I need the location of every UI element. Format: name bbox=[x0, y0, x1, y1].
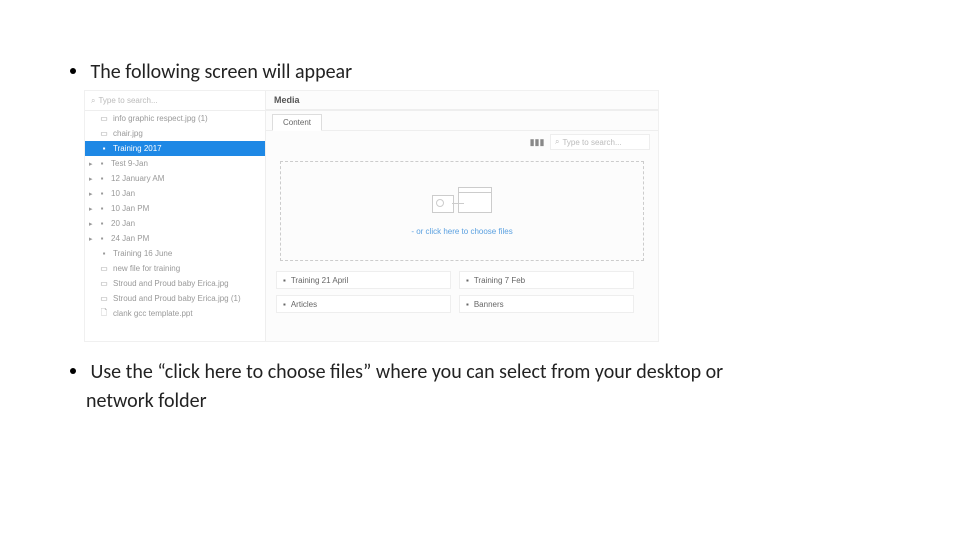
folder-label: Articles bbox=[291, 300, 317, 309]
choose-files-link[interactable]: - or click here to choose files bbox=[411, 227, 512, 236]
media-main: Media Content ▮▮▮ ⌕ Type to search... - … bbox=[266, 91, 658, 341]
main-title: Media bbox=[274, 95, 300, 105]
bullet-dot-icon bbox=[70, 68, 76, 74]
folder-icon: ▪ bbox=[97, 204, 107, 213]
tree-item[interactable]: ▭ new file for training bbox=[85, 261, 265, 276]
caret-icon[interactable]: ▸ bbox=[89, 175, 95, 183]
image-icon: ▭ bbox=[99, 294, 109, 303]
image-icon: ▭ bbox=[99, 279, 109, 288]
bullet-1-text: The following screen will appear bbox=[91, 60, 353, 84]
tree-item[interactable]: ▭ Stroud and Proud baby Erica.jpg (1) bbox=[85, 291, 265, 306]
caret-icon[interactable]: ▸ bbox=[89, 235, 95, 243]
folder-icon: ▪ bbox=[466, 300, 469, 309]
tree-label: 20 Jan bbox=[111, 219, 135, 228]
folder-card[interactable]: ▪ Training 7 Feb bbox=[459, 271, 634, 289]
folder-grid: ▪ Training 21 April ▪ Training 7 Feb ▪ A… bbox=[266, 269, 658, 315]
folder-icon: ▪ bbox=[99, 249, 109, 258]
caret-icon[interactable]: ▸ bbox=[89, 220, 95, 228]
folder-icon: ▪ bbox=[283, 300, 286, 309]
tree-label: Stroud and Proud baby Erica.jpg bbox=[113, 279, 229, 288]
tree-item-selected[interactable]: ▪ Training 2017 bbox=[85, 141, 265, 156]
tree-item[interactable]: ▭ info graphic respect.jpg (1) bbox=[85, 111, 265, 126]
caret-icon[interactable]: ▸ bbox=[89, 190, 95, 198]
tree-item[interactable]: ▭ chair.jpg bbox=[85, 126, 265, 141]
caret-icon[interactable]: ▸ bbox=[89, 160, 95, 168]
folder-icon: ▪ bbox=[97, 219, 107, 228]
main-header: Media bbox=[266, 91, 658, 111]
embedded-screenshot: ⌕ Type to search... ▭ info graphic respe… bbox=[84, 90, 659, 342]
folder-label: Training 7 Feb bbox=[474, 276, 525, 285]
tree-item[interactable]: ▸ ▪ 12 January AM bbox=[85, 171, 265, 186]
tree-label: Training 16 June bbox=[113, 249, 172, 258]
search-icon: ⌕ bbox=[91, 96, 95, 106]
content-toolbar: ▮▮▮ ⌕ Type to search... bbox=[266, 131, 658, 153]
tree-label: Training 2017 bbox=[113, 144, 162, 153]
doc-icon: 🗋 bbox=[99, 307, 109, 321]
tree-label: 10 Jan PM bbox=[111, 204, 149, 213]
tree-label: 10 Jan bbox=[111, 189, 135, 198]
tree-item[interactable]: ▪ Training 16 June bbox=[85, 246, 265, 261]
bullet-2-text-b: network folder bbox=[70, 388, 900, 414]
folder-card[interactable]: ▪ Banners bbox=[459, 295, 634, 313]
search-icon: ⌕ bbox=[555, 137, 559, 147]
caret-icon[interactable]: ▸ bbox=[89, 205, 95, 213]
tree-item[interactable]: ▸ ▪ Test 9-Jan bbox=[85, 156, 265, 171]
folder-icon: ▪ bbox=[97, 174, 107, 183]
folder-icon: ▪ bbox=[466, 276, 469, 285]
file-dropzone[interactable]: - or click here to choose files bbox=[280, 161, 644, 261]
image-icon: ▭ bbox=[99, 129, 109, 138]
image-icon: ▭ bbox=[99, 114, 109, 123]
tree-item[interactable]: ▸ ▪ 24 Jan PM bbox=[85, 231, 265, 246]
tab-bar: Content bbox=[266, 111, 658, 131]
tree-item[interactable]: ▸ ▪ 10 Jan bbox=[85, 186, 265, 201]
bullet-dot-icon bbox=[70, 368, 76, 374]
tree-label: info graphic respect.jpg (1) bbox=[113, 114, 208, 123]
tab-content[interactable]: Content bbox=[272, 114, 322, 131]
bullet-2-text-a: Use the “click here to choose files” whe… bbox=[91, 360, 724, 384]
folder-icon: ▪ bbox=[283, 276, 286, 285]
folder-label: Banners bbox=[474, 300, 504, 309]
doc-bullet-2: Use the “click here to choose files” whe… bbox=[70, 358, 900, 414]
folder-icon: ▪ bbox=[97, 234, 107, 243]
tree-item[interactable]: ▭ Stroud and Proud baby Erica.jpg bbox=[85, 276, 265, 291]
media-sidebar: ⌕ Type to search... ▭ info graphic respe… bbox=[85, 91, 266, 341]
folder-card[interactable]: ▪ Training 21 April bbox=[276, 271, 451, 289]
tree-label: chair.jpg bbox=[113, 129, 143, 138]
tab-label: Content bbox=[283, 118, 311, 127]
main-search[interactable]: ⌕ Type to search... bbox=[550, 134, 650, 150]
folder-icon: ▪ bbox=[97, 159, 107, 168]
folder-icon: ▪ bbox=[97, 189, 107, 198]
view-grid-button[interactable]: ▮▮▮ bbox=[530, 136, 544, 148]
folder-icon: ▪ bbox=[99, 144, 109, 153]
tree-label: 24 Jan PM bbox=[111, 234, 149, 243]
dropzone-illustration-icon bbox=[432, 187, 492, 221]
folder-card[interactable]: ▪ Articles bbox=[276, 295, 451, 313]
sidebar-search[interactable]: ⌕ Type to search... bbox=[85, 91, 265, 111]
folder-label: Training 21 April bbox=[291, 276, 349, 285]
tree-label: clank gcc template.ppt bbox=[113, 309, 193, 318]
tree-item[interactable]: ▸ ▪ 10 Jan PM bbox=[85, 201, 265, 216]
sidebar-tree: ▭ info graphic respect.jpg (1) ▭ chair.j… bbox=[85, 111, 265, 341]
sidebar-search-placeholder: Type to search... bbox=[98, 96, 157, 105]
tree-label: new file for training bbox=[113, 264, 180, 273]
main-search-placeholder: Type to search... bbox=[562, 138, 621, 147]
tree-label: Test 9-Jan bbox=[111, 159, 148, 168]
tree-label: 12 January AM bbox=[111, 174, 164, 183]
doc-bullet-1: The following screen will appear bbox=[70, 58, 352, 85]
file-icon: ▭ bbox=[99, 264, 109, 273]
tree-item[interactable]: 🗋 clank gcc template.ppt bbox=[85, 306, 265, 321]
tree-label: Stroud and Proud baby Erica.jpg (1) bbox=[113, 294, 241, 303]
tree-item[interactable]: ▸ ▪ 20 Jan bbox=[85, 216, 265, 231]
